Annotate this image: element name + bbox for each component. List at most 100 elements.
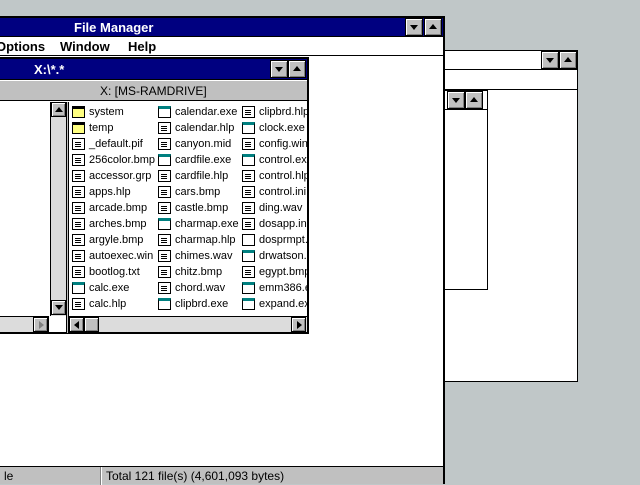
program-icon xyxy=(158,154,171,166)
minimize-button[interactable] xyxy=(405,18,423,36)
document-icon xyxy=(72,218,85,230)
document-icon xyxy=(158,170,171,182)
minimize-button[interactable] xyxy=(541,51,559,69)
file-list-pane[interactable]: system temp _default.pif 256color.bmp access… xyxy=(70,104,307,314)
minimize-button[interactable] xyxy=(270,60,288,78)
file-name: 256color.bmp xyxy=(89,154,156,166)
menu-help[interactable]: Help xyxy=(128,39,156,54)
file-name: control.ini xyxy=(259,186,307,198)
maximize-button[interactable] xyxy=(559,51,577,69)
program-icon xyxy=(158,298,171,310)
scroll-down-button[interactable] xyxy=(51,300,66,315)
chevron-up-icon xyxy=(470,97,478,102)
document-icon xyxy=(158,282,171,294)
chevron-down-icon xyxy=(410,25,418,30)
maximize-button[interactable] xyxy=(465,91,483,109)
file-name: apps.hlp xyxy=(89,186,131,198)
document-icon xyxy=(158,266,171,278)
document-icon xyxy=(242,218,255,230)
maximize-button[interactable] xyxy=(424,18,442,36)
file-name: arches.bmp xyxy=(89,218,147,230)
file-name: cardfile.hlp xyxy=(175,170,229,182)
window-title: File Manager xyxy=(74,20,154,35)
arrow-right-icon xyxy=(39,321,44,329)
scroll-left-button[interactable] xyxy=(69,317,84,332)
file-name: charmap.hlp xyxy=(175,234,236,246)
document-icon xyxy=(242,266,255,278)
program-icon xyxy=(242,154,255,166)
document-icon xyxy=(72,154,85,166)
chevron-down-icon xyxy=(275,67,283,72)
chevron-up-icon xyxy=(293,66,301,71)
file-name: ding.wav xyxy=(259,202,303,214)
file-name: system xyxy=(89,106,124,118)
document-icon xyxy=(72,234,85,246)
file-name: cardfile.exe xyxy=(175,154,232,166)
file-name: bootlog.txt xyxy=(89,266,140,278)
file-name: config.win xyxy=(259,138,307,150)
program-icon xyxy=(242,298,255,310)
file-name: clock.exe xyxy=(259,122,305,134)
background-window-2-titlebar[interactable] xyxy=(445,51,577,70)
program-icon xyxy=(158,218,171,230)
document-icon xyxy=(242,138,255,150)
folder-icon xyxy=(72,122,85,134)
tree-horizontal-scrollbar[interactable] xyxy=(0,316,49,332)
arrow-down-icon xyxy=(55,305,63,310)
directory-window[interactable]: X:\*.* X: [MS-RAMDRIVE] system temp _defau… xyxy=(0,57,309,334)
file-name: egypt.bmp xyxy=(259,266,307,278)
document-icon xyxy=(72,266,85,278)
file-name: expand.exe xyxy=(259,298,307,310)
file-name: calendar.exe xyxy=(175,106,238,118)
directory-titlebar[interactable]: X:\*.* xyxy=(0,59,307,80)
document-icon xyxy=(158,202,171,214)
chevron-down-icon xyxy=(546,58,554,63)
tree-vertical-scrollbar[interactable] xyxy=(50,102,66,316)
scroll-thumb[interactable] xyxy=(84,317,99,332)
file-name: cars.bmp xyxy=(175,186,221,198)
status-total-text: Total 121 file(s) (4,601,093 bytes) xyxy=(106,469,285,483)
scroll-up-button[interactable] xyxy=(51,102,66,117)
file-name: accessor.grp xyxy=(89,170,152,182)
background-window-1-titlebar[interactable] xyxy=(441,91,487,110)
chevron-down-icon xyxy=(452,98,460,103)
menu-window[interactable]: Window xyxy=(60,39,110,54)
chevron-up-icon xyxy=(564,57,572,62)
file-name: canyon.mid xyxy=(175,138,232,150)
minimize-button[interactable] xyxy=(447,91,465,109)
drive-label: X: [MS-RAMDRIVE] xyxy=(100,84,207,98)
file-name: charmap.exe xyxy=(175,218,239,230)
file-name: castle.bmp xyxy=(175,202,229,214)
document-icon xyxy=(242,202,255,214)
menu-options[interactable]: Options xyxy=(0,39,45,54)
split-bar[interactable] xyxy=(66,102,69,333)
directory-title: X:\*.* xyxy=(34,62,65,77)
file-horizontal-scrollbar[interactable] xyxy=(69,316,307,332)
program-icon xyxy=(158,106,171,118)
file-name: temp xyxy=(89,122,114,134)
chevron-up-icon xyxy=(429,24,437,29)
program-icon xyxy=(242,282,255,294)
arrow-left-icon xyxy=(74,321,79,329)
document-icon xyxy=(242,170,255,182)
scroll-right-button[interactable] xyxy=(291,317,306,332)
file-name: dosprmpt.pif xyxy=(259,234,307,246)
document-icon xyxy=(72,186,85,198)
document-icon xyxy=(72,298,85,310)
maximize-button[interactable] xyxy=(288,60,306,78)
document-icon xyxy=(72,250,85,262)
program-icon xyxy=(242,250,255,262)
scroll-right-button[interactable] xyxy=(33,317,48,332)
file-name: clipbrd.hlp xyxy=(259,106,307,118)
document-icon xyxy=(158,250,171,262)
file-name: calendar.hlp xyxy=(175,122,235,134)
document-icon xyxy=(158,138,171,150)
arrow-up-icon xyxy=(55,107,63,112)
document-icon xyxy=(242,234,255,246)
file-name: argyle.bmp xyxy=(89,234,144,246)
status-left-text: le xyxy=(4,469,14,483)
file-name: clipbrd.exe xyxy=(175,298,229,310)
background-window-1[interactable] xyxy=(440,90,488,290)
menu-bar: Options Window Help xyxy=(0,37,443,56)
file-manager-titlebar[interactable]: File Manager xyxy=(0,18,443,37)
